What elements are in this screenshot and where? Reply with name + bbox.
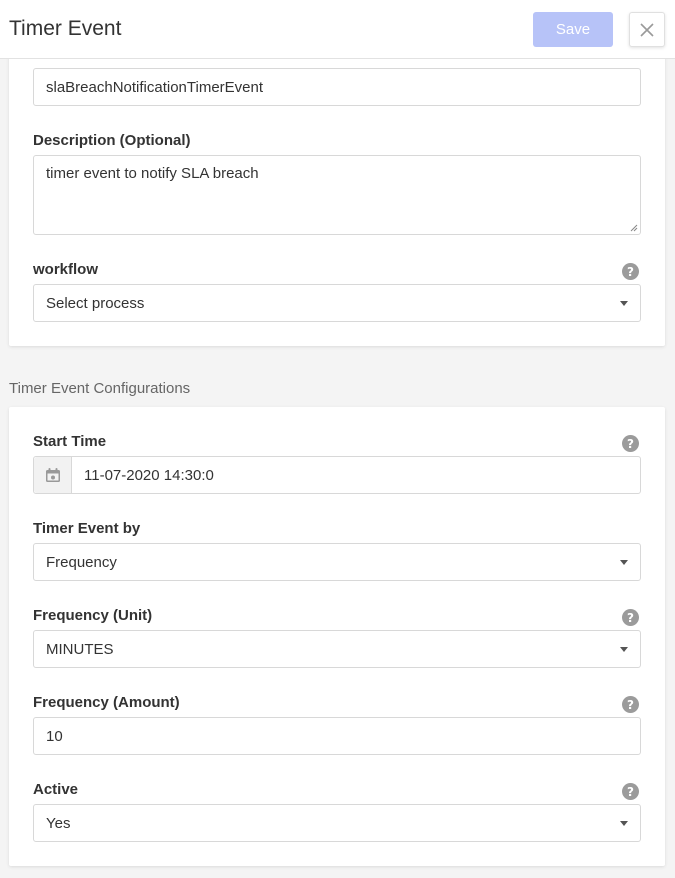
timer-by-select[interactable]: Frequency — [33, 543, 641, 581]
close-button[interactable] — [629, 12, 665, 47]
description-value: timer event to notify SLA breach — [46, 165, 259, 182]
help-circle-icon[interactable]: ? — [622, 435, 639, 452]
active-select[interactable]: Yes — [33, 804, 641, 842]
frequency-amount-label: Frequency (Amount) — [33, 694, 180, 711]
workflow-select[interactable]: Select process — [33, 284, 641, 322]
active-label: Active — [33, 781, 79, 798]
calendar-button[interactable] — [34, 457, 72, 493]
description-textarea[interactable]: timer event to notify SLA breach — [33, 155, 641, 235]
workflow-select-value: Select process — [46, 294, 145, 312]
page-title: Timer Event — [9, 17, 122, 40]
frequency-amount-input[interactable]: 10 — [33, 717, 641, 755]
active-value: Yes — [46, 814, 71, 832]
calendar-icon — [45, 467, 60, 482]
description-label: Description (Optional) — [33, 132, 191, 149]
frequency-amount-value: 10 — [46, 727, 63, 745]
chevron-down-icon — [620, 821, 628, 826]
frequency-unit-label: Frequency (Unit) — [33, 607, 153, 624]
name-input[interactable]: slaBreachNotificationTimerEvent — [33, 68, 641, 106]
frequency-unit-value: MINUTES — [46, 640, 114, 658]
chevron-down-icon — [620, 301, 628, 306]
save-button[interactable]: Save — [533, 12, 613, 47]
timer-by-value: Frequency — [46, 553, 117, 571]
help-circle-icon[interactable]: ? — [622, 696, 639, 713]
chevron-down-icon — [620, 560, 628, 565]
section-title-timer-config: Timer Event Configurations — [9, 380, 191, 397]
workflow-label: workflow — [33, 261, 99, 278]
close-icon — [640, 22, 654, 37]
help-circle-icon[interactable]: ? — [622, 783, 639, 800]
name-input-value: slaBreachNotificationTimerEvent — [46, 78, 264, 96]
help-circle-icon[interactable]: ? — [622, 263, 639, 280]
chevron-down-icon — [620, 647, 628, 652]
frequency-unit-select[interactable]: MINUTES — [33, 630, 641, 668]
start-time-input[interactable]: 11-07-2020 14:30:0 — [33, 456, 641, 494]
modal-header: Timer Event Save — [0, 0, 675, 59]
resize-grip-icon[interactable] — [630, 224, 638, 232]
help-circle-icon[interactable]: ? — [622, 609, 639, 626]
start-time-label: Start Time — [33, 433, 107, 450]
timer-by-label: Timer Event by — [33, 520, 141, 537]
